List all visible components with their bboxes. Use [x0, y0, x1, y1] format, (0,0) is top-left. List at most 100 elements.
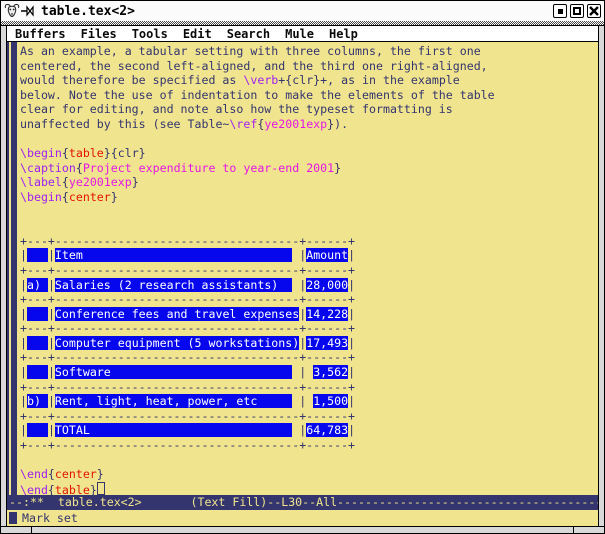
buffer-line: +---+-----------------------------------…	[20, 292, 598, 307]
code-segment: \verb	[243, 73, 278, 87]
buffer-line: | |Software | 3,562|	[20, 365, 598, 380]
menu-item-tools[interactable]: Tools	[132, 27, 168, 41]
code-segment	[27, 248, 48, 262]
minimize-button[interactable]	[553, 4, 567, 18]
gnu-icon[interactable]	[4, 3, 20, 19]
buffer-line: below. Note the use of indentation to ma…	[20, 88, 598, 103]
mode-line: --:** table.tex<2> (Text Fill)--L30--All…	[7, 495, 598, 510]
code-segment	[27, 336, 48, 350]
buffer-area[interactable]: As an example, a tabular setting with th…	[7, 42, 598, 495]
menu-item-edit[interactable]: Edit	[183, 27, 212, 41]
code-segment: +---+-----------------------------------…	[20, 350, 355, 364]
code-segment: |	[20, 423, 27, 437]
resize-corner-right[interactable]	[573, 527, 604, 534]
code-segment: }	[132, 175, 139, 189]
code-segment: Salaries (2 research assistants)	[55, 278, 292, 292]
window-titlebar[interactable]: table.tex<2>	[1, 1, 604, 21]
scrollbar[interactable]	[7, 42, 20, 495]
scrollbar-thumb[interactable]	[11, 42, 17, 495]
code-segment: +---+-----------------------------------…	[20, 234, 355, 248]
code-segment: {	[62, 175, 69, 189]
code-segment: Software	[55, 365, 292, 379]
code-segment: |	[48, 307, 55, 321]
menu-item-buffers[interactable]: Buffers	[15, 27, 66, 41]
code-segment: }	[111, 190, 118, 204]
buffer-line	[20, 205, 598, 220]
buffer-line: \begin{table}{clr}	[20, 146, 598, 161]
code-segment: }{clr}	[104, 146, 146, 160]
buffer-line: clear for editing, and note also how the…	[20, 102, 598, 117]
code-segment: |	[20, 278, 27, 292]
window-resize-bar[interactable]	[1, 526, 604, 534]
buffer-line: would therefore be specified as \verb+{c…	[20, 73, 598, 88]
code-segment: ye2001exp	[69, 175, 132, 189]
code-segment: |	[48, 423, 55, 437]
code-segment: b)	[27, 394, 48, 408]
code-segment: 64,783	[306, 423, 348, 437]
code-segment: {	[48, 483, 55, 495]
code-segment: {	[48, 467, 55, 481]
buffer-line: +---+-----------------------------------…	[20, 409, 598, 424]
minibuffer-cursor	[9, 512, 17, 524]
minibuffer[interactable]: Mark set	[7, 510, 598, 526]
code-segment: |	[292, 423, 306, 437]
menu-item-files[interactable]: Files	[81, 27, 117, 41]
code-segment: clear for editing, and note also how the…	[20, 102, 453, 116]
code-segment: center	[69, 190, 111, 204]
code-segment: \begin	[20, 146, 62, 160]
code-segment: |	[48, 248, 55, 262]
buffer-text[interactable]: As an example, a tabular setting with th…	[20, 42, 598, 495]
code-segment: +---+-----------------------------------…	[20, 321, 355, 335]
window-pin-icon	[21, 4, 37, 18]
code-segment: }).	[327, 117, 348, 131]
code-segment	[27, 365, 48, 379]
emacs-window: table.tex<2> Buffers Files Tools Edit Search…	[0, 0, 605, 534]
code-segment: |	[292, 394, 313, 408]
code-segment: |	[348, 394, 355, 408]
code-segment: \ref	[229, 117, 257, 131]
close-button[interactable]	[587, 4, 601, 18]
text-cursor	[97, 482, 105, 495]
code-segment: Computer equipment (5 workstations)	[55, 336, 299, 350]
buffer-line: +---+-----------------------------------…	[20, 438, 598, 453]
code-segment: \caption	[20, 161, 76, 175]
code-segment: |	[348, 423, 355, 437]
minimize-icon	[558, 9, 563, 14]
code-segment: |	[48, 365, 55, 379]
code-segment: 14,228	[306, 307, 348, 321]
buffer-line: As an example, a tabular setting with th…	[20, 44, 598, 59]
buffer-line: unaffected by this (see Table~\ref{ye200…	[20, 117, 598, 132]
code-segment: |	[348, 248, 355, 262]
code-segment: |	[20, 394, 27, 408]
code-segment: Project expenditure to year-end 2001	[83, 161, 334, 175]
buffer-line: +---+-----------------------------------…	[20, 350, 598, 365]
code-segment: table	[69, 146, 104, 160]
buffer-line: |a) |Salaries (2 research assistants) |2…	[20, 278, 598, 293]
code-segment: +---+-----------------------------------…	[20, 438, 355, 452]
maximize-icon	[573, 7, 581, 15]
code-segment: |	[20, 248, 27, 262]
maximize-button[interactable]	[570, 4, 584, 18]
code-segment: |	[292, 248, 306, 262]
code-segment: \end	[20, 467, 48, 481]
code-segment: {	[62, 146, 69, 160]
resize-corner-left[interactable]	[1, 527, 32, 534]
buffer-line: +---+-----------------------------------…	[20, 380, 598, 395]
close-icon	[589, 6, 599, 16]
menu-item-mule[interactable]: Mule	[285, 27, 314, 41]
code-segment: 3,562	[313, 365, 348, 379]
code-segment: Rent, light, heat, power, etc	[55, 394, 292, 408]
code-segment: Item	[55, 248, 292, 262]
buffer-line	[20, 453, 598, 468]
menu-item-search[interactable]: Search	[227, 27, 270, 41]
buffer-line: \end{center}	[20, 467, 598, 482]
code-segment: would therefore be specified as	[20, 73, 243, 87]
code-segment: \label	[20, 175, 62, 189]
code-segment: Conference fees and travel expenses	[55, 307, 299, 321]
client-area: Buffers Files Tools Edit Search Mule Help As a…	[6, 26, 599, 526]
code-segment: |	[348, 365, 355, 379]
code-segment: centered, the second left-aligned, and t…	[20, 59, 488, 73]
code-segment: |	[348, 278, 355, 292]
buffer-line: | |TOTAL |64,783|	[20, 423, 598, 438]
menu-item-help[interactable]: Help	[329, 27, 358, 41]
